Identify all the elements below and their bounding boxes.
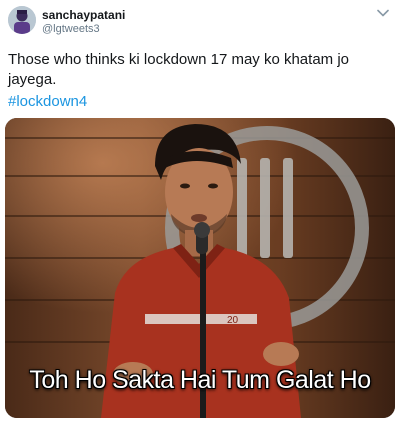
- avatar-icon: [8, 6, 36, 34]
- user-display-name[interactable]: sanchaypatani: [42, 8, 125, 22]
- chevron-down-icon: [377, 9, 389, 17]
- avatar[interactable]: [8, 6, 36, 34]
- meme-subtitle: Toh Ho Sakta Hai Tum Galat Ho: [29, 366, 371, 394]
- hashtag-link[interactable]: #lockdown4: [8, 92, 87, 112]
- shirt-text: 20: [227, 315, 239, 326]
- tweet-text: Those who thinks ki lockdown 17 may ko k…: [8, 51, 349, 88]
- user-handle[interactable]: @lgtweets3: [42, 23, 100, 35]
- tweet-media-image[interactable]: 20 Toh Ho Sakta Hai Tum Galat Ho: [5, 118, 395, 418]
- tweet-menu-button[interactable]: [374, 4, 392, 22]
- tweet-card: sanchaypatani @lgtweets3 Those who think…: [0, 0, 400, 423]
